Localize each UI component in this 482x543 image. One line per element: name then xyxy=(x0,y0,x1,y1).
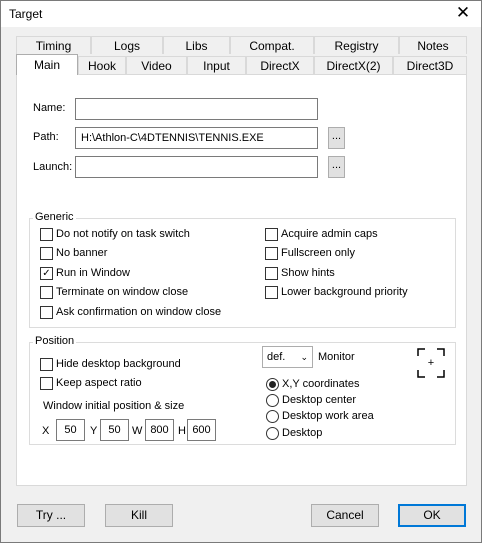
name-field[interactable] xyxy=(75,98,318,120)
run-in-window-checkbox[interactable]: ✓ xyxy=(40,267,53,280)
hide-desktop-bg-label: Hide desktop background xyxy=(56,358,181,370)
keep-aspect-checkbox[interactable] xyxy=(40,377,53,390)
show-hints-label: Show hints xyxy=(281,267,335,279)
hide-desktop-bg-checkbox[interactable] xyxy=(40,358,53,371)
tab-registry[interactable]: Registry xyxy=(314,36,399,54)
position-group-title: Position xyxy=(33,335,77,347)
no-banner-label: No banner xyxy=(56,247,108,259)
do-not-notify-label: Do not notify on task switch xyxy=(56,228,190,240)
acquire-admin-checkbox[interactable] xyxy=(265,228,278,241)
center-plus-glyph: + xyxy=(428,357,434,369)
terminate-on-close-label: Terminate on window close xyxy=(56,286,189,298)
desktop-work-area-radio[interactable] xyxy=(266,410,279,423)
coord-x-label: X xyxy=(42,425,50,437)
monitor-label: Monitor xyxy=(318,351,355,363)
xy-coordinates-label: X,Y coordinates xyxy=(282,378,360,390)
run-in-window-label: Run in Window xyxy=(56,267,130,279)
ask-confirmation-label: Ask confirmation on window close xyxy=(56,306,222,318)
tab-main[interactable]: Main xyxy=(16,54,78,75)
tab-compat[interactable]: Compat. xyxy=(230,36,314,54)
no-banner-checkbox[interactable] xyxy=(40,247,53,260)
monitor-select-value: def. xyxy=(267,351,286,363)
tab-logs[interactable]: Logs xyxy=(91,36,163,54)
path-browse-button[interactable]: ... xyxy=(328,127,345,149)
acquire-admin-label: Acquire admin caps xyxy=(281,228,378,240)
tab-video[interactable]: Video xyxy=(126,56,187,74)
terminate-on-close-checkbox[interactable] xyxy=(40,286,53,299)
window-title: Target xyxy=(9,7,43,21)
name-label: Name: xyxy=(33,102,66,114)
xy-coordinates-radio[interactable] xyxy=(266,378,279,391)
tab-direct3d[interactable]: Direct3D xyxy=(393,56,467,74)
desktop-work-area-label: Desktop work area xyxy=(282,410,374,422)
coord-y-label: Y xyxy=(90,425,98,437)
coord-h-label: H xyxy=(178,425,186,437)
path-field[interactable]: H:\Athlon-C\4DTENNIS\TENNIS.EXE xyxy=(75,127,318,149)
close-icon[interactable]: ✕ xyxy=(453,3,473,23)
tab-directx[interactable]: DirectX xyxy=(246,56,314,74)
coord-h-field[interactable]: 600 xyxy=(187,419,216,441)
show-hints-checkbox[interactable] xyxy=(265,267,278,280)
coord-w-field[interactable]: 800 xyxy=(145,419,174,441)
keep-aspect-label: Keep aspect ratio xyxy=(56,377,142,389)
try-button[interactable]: Try ... xyxy=(17,504,85,527)
lower-priority-label: Lower background priority xyxy=(281,286,408,298)
coord-w-label: W xyxy=(132,425,143,437)
launch-label: Launch: xyxy=(33,161,73,173)
fullscreen-only-label: Fullscreen only xyxy=(281,247,355,259)
tab-hook[interactable]: Hook xyxy=(78,56,126,74)
title-bar: Target ✕ xyxy=(1,1,481,27)
tab-timing[interactable]: Timing xyxy=(16,36,91,54)
monitor-center-icon: + xyxy=(417,348,445,378)
desktop-radio[interactable] xyxy=(266,427,279,440)
chevron-down-icon: ⌄ xyxy=(300,352,308,362)
coord-y-field[interactable]: 50 xyxy=(100,419,129,441)
target-dialog: Target ✕ Timing Logs Libs Compat. Regist… xyxy=(0,0,482,543)
monitor-select[interactable]: def. ⌄ xyxy=(262,346,313,368)
path-label: Path: xyxy=(33,131,59,143)
generic-group-title: Generic xyxy=(33,211,76,223)
do-not-notify-checkbox[interactable] xyxy=(40,228,53,241)
fullscreen-only-checkbox[interactable] xyxy=(265,247,278,260)
launch-field[interactable] xyxy=(75,156,318,178)
launch-browse-button[interactable]: ... xyxy=(328,156,345,178)
desktop-center-radio[interactable] xyxy=(266,394,279,407)
ok-button[interactable]: OK xyxy=(398,504,466,527)
tab-directx2[interactable]: DirectX(2) xyxy=(314,56,393,74)
kill-button[interactable]: Kill xyxy=(105,504,173,527)
lower-priority-checkbox[interactable] xyxy=(265,286,278,299)
desktop-center-label: Desktop center xyxy=(282,394,356,406)
tab-notes[interactable]: Notes xyxy=(399,36,467,54)
tab-input[interactable]: Input xyxy=(187,56,246,74)
main-tab-panel: Name: Path: H:\Athlon-C\4DTENNIS\TENNIS.… xyxy=(16,74,467,486)
initial-position-label: Window initial position & size xyxy=(43,400,185,412)
coord-x-field[interactable]: 50 xyxy=(56,419,85,441)
cancel-button[interactable]: Cancel xyxy=(311,504,379,527)
desktop-label: Desktop xyxy=(282,427,323,439)
ask-confirmation-checkbox[interactable] xyxy=(40,306,53,319)
tab-libs[interactable]: Libs xyxy=(163,36,230,54)
